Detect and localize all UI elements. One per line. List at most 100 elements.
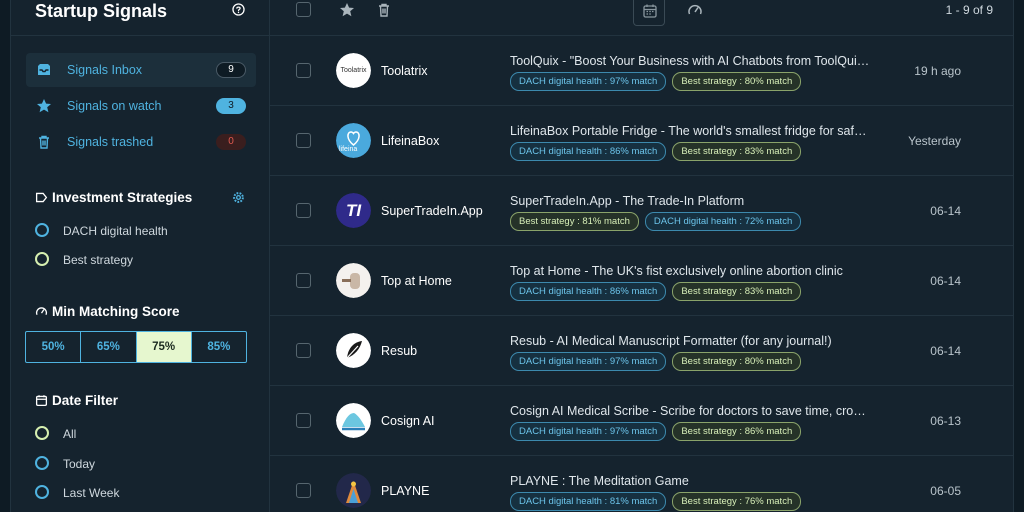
- gear-icon[interactable]: [232, 191, 245, 204]
- date-radio[interactable]: [35, 456, 49, 470]
- match-tag: DACH digital health : 86% match: [510, 142, 667, 161]
- date-label: Today: [63, 457, 96, 471]
- app-title: Startup Signals: [35, 1, 168, 21]
- strategy-radio[interactable]: [35, 223, 49, 237]
- star-icon[interactable]: [339, 2, 355, 18]
- select-all-checkbox[interactable]: [296, 2, 311, 17]
- trash-count-badge: 0: [216, 134, 246, 150]
- signal-row[interactable]: PLAYNE PLAYNE : The Meditation Game DACH d…: [270, 456, 1013, 512]
- row-checkbox[interactable]: [296, 203, 311, 218]
- signal-headline[interactable]: Top at Home - The UK's fist exclusively …: [510, 264, 870, 278]
- app-frame: Startup Signals Signals Inbox 9 Signals …: [10, 0, 1014, 512]
- score-title: Min Matching Score: [35, 304, 180, 319]
- match-tag: Best strategy : 86% match: [672, 422, 802, 441]
- date-filter-title-text: Date Filter: [52, 393, 119, 408]
- signal-row[interactable]: TI SuperTradeIn.App SuperTradeIn.App - The…: [270, 176, 1013, 246]
- company-name[interactable]: Cosign AI: [381, 414, 435, 428]
- calendar-icon: [643, 4, 657, 18]
- row-checkbox[interactable]: [296, 413, 311, 428]
- sidebar-header: Startup Signals: [11, 0, 270, 36]
- row-checkbox[interactable]: [296, 343, 311, 358]
- trash-icon[interactable]: [376, 2, 392, 18]
- strategy-label: Best strategy: [63, 253, 134, 267]
- nav-label: Signals trashed: [67, 135, 154, 149]
- logo-text: lifeina: [339, 146, 358, 153]
- match-tag: Best strategy : 76% match: [672, 492, 802, 511]
- signal-row[interactable]: Resub Resub - AI Medical Manuscript Forma…: [270, 316, 1013, 386]
- match-tags: DACH digital health : 86% match Best stra…: [510, 282, 802, 301]
- company-name[interactable]: Top at Home: [381, 274, 452, 288]
- match-tags: DACH digital health : 86% match Best stra…: [510, 142, 802, 161]
- score-option-50[interactable]: 50%: [26, 332, 82, 362]
- date-radio[interactable]: [35, 426, 49, 440]
- signal-date: 06-13: [930, 414, 961, 428]
- match-tags: Best strategy : 81% match DACH digital he…: [510, 212, 802, 231]
- nav-label: Signals on watch: [67, 99, 162, 113]
- company-name[interactable]: SuperTradeIn.App: [381, 204, 483, 218]
- match-tag: DACH digital health : 81% match: [510, 492, 667, 511]
- trash-icon: [39, 135, 49, 149]
- match-tag: Best strategy : 83% match: [672, 282, 802, 301]
- score-option-85[interactable]: 85%: [192, 332, 246, 362]
- inbox-count-badge: 9: [216, 62, 246, 78]
- logo-text: TI: [345, 200, 362, 220]
- calendar-filter-button[interactable]: [633, 0, 665, 26]
- pagination-text: 1 - 9 of 9: [945, 3, 993, 17]
- logo-text: Toolatrix: [340, 67, 367, 74]
- match-tag: DACH digital health : 97% match: [510, 422, 667, 441]
- help-icon[interactable]: [232, 3, 245, 16]
- company-logo: [336, 403, 371, 438]
- match-tags: DACH digital health : 97% match Best stra…: [510, 72, 802, 91]
- date-label: All: [63, 427, 77, 441]
- date-filter-title: Date Filter: [35, 393, 118, 408]
- score-option-65[interactable]: 65%: [81, 332, 137, 362]
- row-checkbox[interactable]: [296, 63, 311, 78]
- match-tag: Best strategy : 83% match: [672, 142, 802, 161]
- calendar-icon: [35, 395, 48, 407]
- watch-count-badge: 3: [216, 98, 246, 114]
- row-checkbox[interactable]: [296, 273, 311, 288]
- gauge-icon: [35, 307, 48, 316]
- strategies-title: Investment Strategies: [35, 190, 192, 205]
- inbox-icon: [38, 64, 50, 75]
- signal-headline[interactable]: ToolQuix - "Boost Your Business with AI …: [510, 54, 870, 68]
- sidebar: Startup Signals Signals Inbox 9 Signals …: [11, 0, 270, 512]
- row-checkbox[interactable]: [296, 133, 311, 148]
- nav-signals-on-watch[interactable]: Signals on watch 3: [26, 89, 256, 123]
- signal-row[interactable]: Top at Home Top at Home - The UK's fist e…: [270, 246, 1013, 316]
- company-name[interactable]: PLAYNE: [381, 484, 429, 498]
- signals-list: 1 - 9 of 9 Toolatrix Toolatrix ToolQuix - …: [270, 0, 1013, 512]
- row-checkbox[interactable]: [296, 483, 311, 498]
- signal-date: 06-14: [930, 344, 961, 358]
- match-tag: DACH digital health : 86% match: [510, 282, 667, 301]
- match-tag: DACH digital health : 72% match: [644, 212, 802, 231]
- signal-date: 06-14: [930, 204, 961, 218]
- company-name[interactable]: Resub: [381, 344, 417, 358]
- score-title-text: Min Matching Score: [52, 304, 180, 319]
- signal-row[interactable]: lifeina LifeinaBox LifeinaBox Portable Fri…: [270, 106, 1013, 176]
- signal-headline[interactable]: LifeinaBox Portable Fridge - The world's…: [510, 124, 870, 138]
- nav-signals-trashed[interactable]: Signals trashed 0: [26, 125, 256, 159]
- gauge-icon[interactable]: [687, 2, 703, 18]
- signal-date: 19 h ago: [914, 64, 961, 78]
- nav-label: Signals Inbox: [67, 63, 143, 77]
- match-tags: DACH digital health : 81% match Best stra…: [510, 492, 802, 511]
- signal-headline[interactable]: Resub - AI Medical Manuscript Formatter …: [510, 334, 870, 348]
- company-name[interactable]: LifeinaBox: [381, 134, 439, 148]
- date-label: Last Week: [63, 486, 120, 500]
- company-logo: Toolatrix: [336, 53, 371, 88]
- signal-row[interactable]: Toolatrix Toolatrix ToolQuix - "Boost Your…: [270, 36, 1013, 106]
- company-name[interactable]: Toolatrix: [381, 64, 428, 78]
- date-radio[interactable]: [35, 485, 49, 499]
- signal-headline[interactable]: Cosign AI Medical Scribe - Scribe for do…: [510, 404, 870, 418]
- company-logo: [336, 333, 371, 368]
- signal-headline[interactable]: SuperTradeIn.App - The Trade-In Platform: [510, 194, 870, 208]
- score-option-75[interactable]: 75%: [136, 332, 192, 362]
- match-tag: Best strategy : 80% match: [672, 72, 802, 91]
- match-tag: Best strategy : 80% match: [672, 352, 802, 371]
- signal-row[interactable]: Cosign AI Cosign AI Medical Scribe - Scri…: [270, 386, 1013, 456]
- nav-signals-inbox[interactable]: Signals Inbox 9: [26, 53, 256, 87]
- match-tags: DACH digital health : 97% match Best stra…: [510, 422, 802, 441]
- strategy-radio[interactable]: [35, 252, 49, 266]
- signal-headline[interactable]: PLAYNE : The Meditation Game: [510, 474, 870, 488]
